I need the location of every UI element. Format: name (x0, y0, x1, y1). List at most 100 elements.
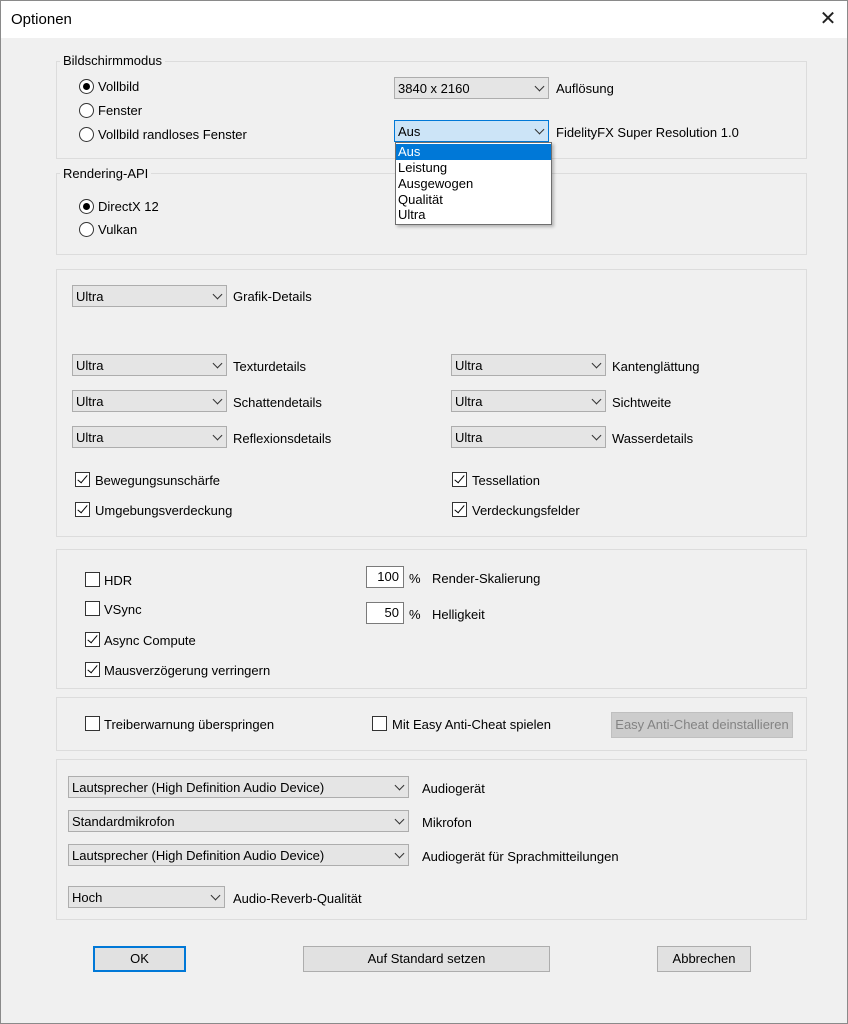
water-detail-label: Wasserdetails (612, 431, 694, 446)
chevron-down-icon (394, 814, 405, 825)
fsr-option-balanced[interactable]: Ausgewogen (396, 176, 551, 192)
ok-button[interactable]: OK (93, 946, 186, 972)
microphone-value: Standardmikrofon (72, 814, 175, 829)
tessellation-label: Tessellation (472, 473, 540, 488)
reflection-detail-label: Reflexionsdetails (233, 431, 332, 446)
fsr-select[interactable]: Aus (394, 120, 549, 142)
skip-driver-warning-label: Treiberwarnung überspringen (104, 717, 275, 732)
render-scale-unit: % (409, 571, 421, 586)
radio-window-label: Fenster (98, 103, 143, 118)
chevron-down-icon (210, 890, 221, 901)
fsr-value: Aus (398, 124, 421, 139)
resolution-select[interactable]: 3840 x 2160 (394, 77, 549, 99)
chevron-down-icon (212, 430, 223, 441)
fsr-option-off[interactable]: Aus (396, 144, 551, 160)
water-detail-value: Ultra (455, 430, 483, 445)
reverb-select[interactable]: Hoch (68, 886, 225, 908)
reflection-detail-value: Ultra (76, 430, 104, 445)
motion-blur-label: Bewegungsunschärfe (95, 473, 221, 488)
water-detail-select[interactable]: Ultra (451, 426, 606, 448)
voice-device-label: Audiogerät für Sprachmitteilungen (422, 849, 619, 864)
chevron-down-icon (591, 394, 602, 405)
texture-detail-select[interactable]: Ultra (72, 354, 227, 376)
chevron-down-icon (534, 124, 545, 135)
chevron-down-icon (212, 394, 223, 405)
microphone-label: Mikrofon (422, 815, 472, 830)
mouse-lag-label: Mausverzögerung verringern (104, 663, 271, 678)
shadow-detail-value: Ultra (76, 394, 104, 409)
brightness-input[interactable]: 50 (366, 602, 404, 624)
chevron-down-icon (394, 848, 405, 859)
async-compute-checkbox[interactable] (85, 632, 100, 647)
shadow-detail-label: Schattendetails (233, 395, 322, 410)
uninstall-anticheat-button[interactable]: Easy Anti-Cheat deinstallieren (611, 712, 793, 738)
hdr-label: HDR (104, 573, 133, 588)
antialias-value: Ultra (455, 358, 483, 373)
resolution-value: 3840 x 2160 (398, 81, 470, 96)
brightness-unit: % (409, 607, 421, 622)
occlusion-fields-checkbox[interactable] (452, 502, 467, 517)
shadow-detail-select[interactable]: Ultra (72, 390, 227, 412)
ambient-occlusion-label: Umgebungsverdeckung (95, 503, 233, 518)
radio-directx12[interactable] (79, 199, 94, 214)
view-distance-select[interactable]: Ultra (451, 390, 606, 412)
chevron-down-icon (534, 81, 545, 92)
easy-anticheat-label: Mit Easy Anti-Cheat spielen (392, 717, 551, 732)
radio-fullscreen-label: Vollbild (98, 79, 140, 94)
fsr-dropdown-list: Aus Leistung Ausgewogen Qualität Ultra (395, 142, 552, 225)
voice-device-value: Lautsprecher (High Definition Audio Devi… (72, 848, 325, 863)
radio-fullscreen[interactable] (79, 79, 94, 94)
brightness-label: Helligkeit (432, 607, 485, 622)
graphics-detail-select[interactable]: Ultra (72, 285, 227, 307)
chevron-down-icon (212, 358, 223, 369)
window-title: Optionen (11, 11, 72, 28)
mouse-lag-checkbox[interactable] (85, 662, 100, 677)
audio-device-select[interactable]: Lautsprecher (High Definition Audio Devi… (68, 776, 409, 798)
occlusion-fields-label: Verdeckungsfelder (472, 503, 580, 518)
chevron-down-icon (591, 430, 602, 441)
title-bar (0, 0, 848, 38)
async-compute-label: Async Compute (104, 633, 196, 648)
screen-mode-group-label: Bildschirmmodus (60, 53, 165, 68)
graphics-detail-value: Ultra (76, 289, 104, 304)
render-scale-input[interactable]: 100 (366, 566, 404, 588)
radio-directx12-label: DirectX 12 (98, 199, 159, 214)
tessellation-checkbox[interactable] (452, 472, 467, 487)
microphone-select[interactable]: Standardmikrofon (68, 810, 409, 832)
hdr-checkbox[interactable] (85, 572, 100, 587)
chevron-down-icon (394, 780, 405, 791)
audio-device-label: Audiogerät (422, 781, 485, 796)
voice-device-select[interactable]: Lautsprecher (High Definition Audio Devi… (68, 844, 409, 866)
close-icon[interactable]: ✕ (808, 0, 848, 38)
fsr-option-quality[interactable]: Qualität (396, 192, 551, 208)
radio-borderless[interactable] (79, 127, 94, 142)
antialias-select[interactable]: Ultra (451, 354, 606, 376)
render-scale-label: Render-Skalierung (432, 571, 541, 586)
chevron-down-icon (591, 358, 602, 369)
radio-borderless-label: Vollbild randloses Fenster (98, 127, 247, 142)
easy-anticheat-checkbox[interactable] (372, 716, 387, 731)
radio-window[interactable] (79, 103, 94, 118)
fsr-option-performance[interactable]: Leistung (396, 160, 551, 176)
radio-vulkan-label: Vulkan (98, 222, 138, 237)
fsr-label: FidelityFX Super Resolution 1.0 (556, 125, 739, 140)
texture-detail-value: Ultra (76, 358, 104, 373)
antialias-label: Kantenglättung (612, 359, 700, 374)
fsr-option-ultra[interactable]: Ultra (396, 207, 551, 223)
vsync-checkbox[interactable] (85, 601, 100, 616)
view-distance-value: Ultra (455, 394, 483, 409)
rendering-api-group-label: Rendering-API (60, 166, 152, 181)
reset-defaults-button[interactable]: Auf Standard setzen (303, 946, 550, 972)
radio-vulkan[interactable] (79, 222, 94, 237)
graphics-detail-label: Grafik-Details (233, 289, 312, 304)
reverb-label: Audio-Reverb-Qualität (233, 891, 362, 906)
reverb-value: Hoch (72, 890, 103, 905)
chevron-down-icon (212, 289, 223, 300)
motion-blur-checkbox[interactable] (75, 472, 90, 487)
ambient-occlusion-checkbox[interactable] (75, 502, 90, 517)
texture-detail-label: Texturdetails (233, 359, 306, 374)
reflection-detail-select[interactable]: Ultra (72, 426, 227, 448)
skip-driver-warning-checkbox[interactable] (85, 716, 100, 731)
cancel-button[interactable]: Abbrechen (657, 946, 751, 972)
view-distance-label: Sichtweite (612, 395, 672, 410)
